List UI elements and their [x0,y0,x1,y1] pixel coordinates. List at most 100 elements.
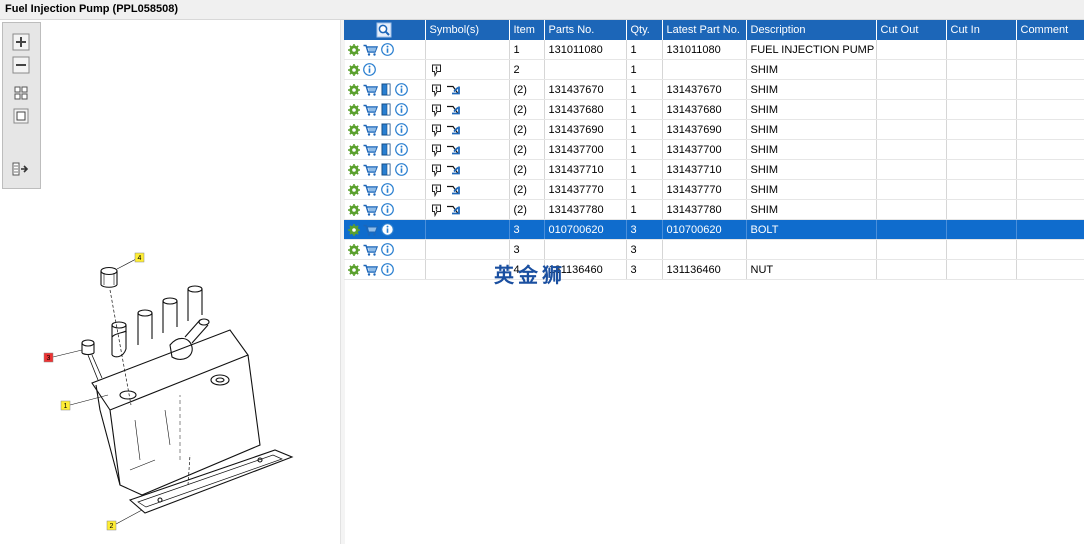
panel-toggle-icon[interactable] [12,160,30,178]
info-icon[interactable] [381,263,394,276]
qty-cell: 1 [626,199,663,220]
gear-icon[interactable] [348,123,360,136]
info-icon[interactable] [395,83,408,96]
table-row[interactable]: 4 131136460 3 131136460 NUT [344,259,1084,280]
gear-icon[interactable] [348,143,360,156]
callout-pin-icon[interactable] [430,123,443,137]
search-icon[interactable] [376,22,392,38]
info-icon[interactable] [381,43,394,56]
manual-book-icon[interactable] [381,163,392,176]
gear-icon[interactable] [348,163,360,176]
replacement-arrow-icon[interactable] [446,123,461,137]
header-qty[interactable]: Qty. [626,20,663,40]
table-row[interactable]: 2 1 SHIM [344,59,1084,80]
info-icon[interactable] [381,243,394,256]
callout-pin-icon[interactable] [430,163,443,177]
callout-pin-icon[interactable] [430,183,443,197]
gear-icon[interactable] [348,103,360,116]
comment-cell [1016,239,1084,260]
shopping-cart-icon[interactable] [363,224,378,236]
header-comment[interactable]: Comment [1016,20,1084,40]
watermark-text: 英金狮 [494,263,566,287]
zoom-in-icon[interactable] [12,33,30,51]
fit-view-icon[interactable] [12,84,30,102]
manual-book-icon[interactable] [381,123,392,136]
table-row[interactable]: (2) 131437670 1 131437670 SHIM [344,79,1084,100]
gear-icon[interactable] [348,243,360,256]
info-icon[interactable] [395,103,408,116]
info-icon[interactable] [381,183,394,196]
item-cell: (2) [509,99,545,120]
header-latest-part-no[interactable]: Latest Part No. [662,20,747,40]
header-cut-out[interactable]: Cut Out [876,20,947,40]
comment-cell [1016,199,1084,220]
symbols-cell [425,159,510,180]
shopping-cart-icon[interactable] [363,84,378,96]
exploded-diagram[interactable]: 4 3 1 2 [30,245,330,535]
latest-part-no-cell: 131437780 [662,199,747,220]
header-symbols[interactable]: Symbol(s) [425,20,510,40]
header-item[interactable]: Item [509,20,545,40]
replacement-arrow-icon[interactable] [446,163,461,177]
info-icon[interactable] [395,123,408,136]
info-icon[interactable] [381,223,394,236]
gear-icon[interactable] [348,223,360,236]
callout-pin-icon[interactable] [430,143,443,157]
callout-pin-icon[interactable] [430,63,443,77]
zoom-out-icon[interactable] [12,56,30,74]
table-row[interactable]: (2) 131437690 1 131437690 SHIM [344,119,1084,140]
parts-no-cell: 131011080 [544,40,627,60]
parts-no-cell: 131437680 [544,99,627,120]
header-parts-no[interactable]: Parts No. [544,20,627,40]
replacement-arrow-icon[interactable] [446,203,461,217]
shopping-cart-icon[interactable] [363,164,378,176]
gear-icon[interactable] [348,83,360,96]
cut-out-cell [876,199,947,220]
qty-cell: 3 [626,219,663,240]
latest-part-no-cell: 131011080 [662,40,747,60]
manual-book-icon[interactable] [381,83,392,96]
cut-out-cell [876,219,947,240]
header-description[interactable]: Description [746,20,877,40]
action-icons [344,199,426,220]
header-search[interactable] [344,20,426,40]
shopping-cart-icon[interactable] [363,264,378,276]
info-icon[interactable] [381,203,394,216]
replacement-arrow-icon[interactable] [446,83,461,97]
table-row[interactable]: 1 131011080 1 131011080 FUEL INJECTION PUMP [344,40,1084,60]
gear-icon[interactable] [348,43,360,56]
shopping-cart-icon[interactable] [363,104,378,116]
replacement-arrow-icon[interactable] [446,143,461,157]
callout-pin-icon[interactable] [430,203,443,217]
shopping-cart-icon[interactable] [363,184,378,196]
action-icons [344,219,426,240]
table-row[interactable]: (2) 131437700 1 131437700 SHIM [344,139,1084,160]
gear-icon[interactable] [348,183,360,196]
callout-pin-icon[interactable] [430,83,443,97]
table-row[interactable]: (2) 131437780 1 131437780 SHIM [344,199,1084,220]
latest-part-no-cell: 131437710 [662,159,747,180]
gear-icon[interactable] [348,63,360,76]
manual-book-icon[interactable] [381,143,392,156]
shopping-cart-icon[interactable] [363,44,378,56]
shopping-cart-icon[interactable] [363,244,378,256]
callout-pin-icon[interactable] [430,103,443,117]
actual-size-icon[interactable] [12,107,30,125]
table-row[interactable]: (2) 131437710 1 131437710 SHIM [344,159,1084,180]
info-icon[interactable] [363,63,376,76]
info-icon[interactable] [395,143,408,156]
table-row[interactable]: (2) 131437680 1 131437680 SHIM [344,99,1084,120]
gear-icon[interactable] [348,263,360,276]
header-cut-in[interactable]: Cut In [946,20,1017,40]
gear-icon[interactable] [348,203,360,216]
replacement-arrow-icon[interactable] [446,103,461,117]
shopping-cart-icon[interactable] [363,144,378,156]
replacement-arrow-icon[interactable] [446,183,461,197]
table-row[interactable]: (2) 131437770 1 131437770 SHIM [344,179,1084,200]
shopping-cart-icon[interactable] [363,124,378,136]
shopping-cart-icon[interactable] [363,204,378,216]
table-row[interactable]: 3 010700620 3 010700620 BOLT [344,219,1084,240]
manual-book-icon[interactable] [381,103,392,116]
info-icon[interactable] [395,163,408,176]
table-row[interactable]: 33 [344,239,1084,260]
